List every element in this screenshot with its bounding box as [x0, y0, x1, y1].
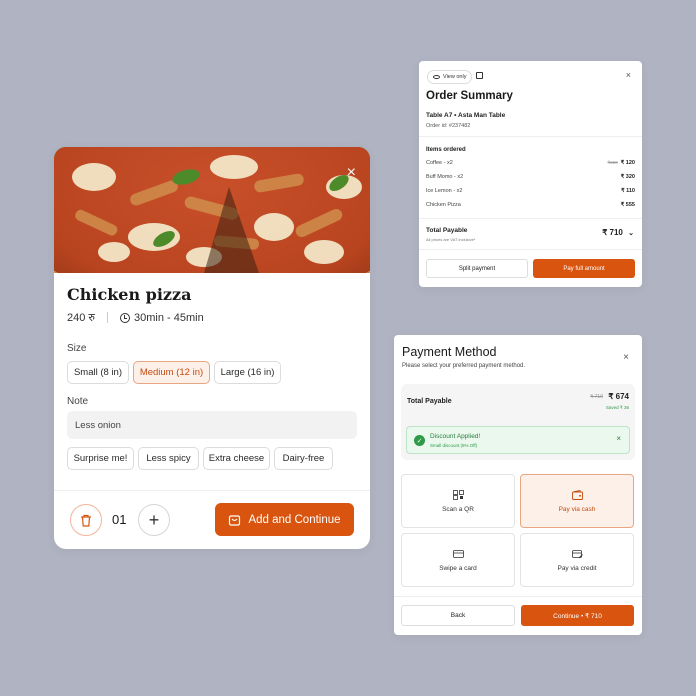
delete-button[interactable] [70, 504, 102, 536]
item-name: Coffee - x2 [426, 160, 453, 166]
split-payment-button[interactable]: Split payment [426, 259, 528, 278]
note-chip-less-spicy[interactable]: Less spicy [138, 447, 199, 470]
total-value: ₹ 710 [602, 228, 623, 237]
item-old-price: ₹200 [607, 160, 618, 165]
discount-banner: ✓ Discount Applied! Small discount (5% O… [406, 426, 630, 454]
discounted-price: ₹ 674 [608, 392, 629, 401]
payment-method-card: Payment Method Please select your prefer… [394, 335, 642, 635]
note-label: Note [67, 396, 89, 407]
item-price: ₹ 555 [620, 202, 635, 208]
option-scan-qr[interactable]: Scan a QR [401, 474, 515, 528]
order-id: Order id: #237482 [426, 123, 471, 129]
total-label: Total Payable [407, 398, 452, 405]
order-title: Order Summary [426, 90, 513, 102]
note-input[interactable]: Less onion [67, 411, 357, 439]
divider [419, 136, 642, 137]
option-label: Swipe a card [439, 564, 477, 572]
vat-note: All prices are VAT inclusive* [426, 237, 476, 242]
product-title: Chicken pizza [67, 285, 192, 304]
option-pay-credit[interactable]: Pay via credit [520, 533, 634, 587]
check-icon: ✓ [414, 435, 425, 446]
item-name: Buff Momo - x2 [426, 174, 464, 180]
order-item: Buff Momo - x2 ₹ 320 [426, 174, 635, 180]
note-chip-dairy-free[interactable]: Dairy-free [274, 447, 333, 470]
payment-title: Payment Method [402, 345, 497, 359]
eye-icon [433, 75, 440, 79]
order-item: Ice Lemon - x2 ₹ 110 [426, 188, 635, 194]
divider [54, 490, 370, 491]
dismiss-discount-icon[interactable]: × [616, 434, 621, 443]
payable-summary: Total Payable ₹ 710 ₹ 674 Saved ₹ 36 ✓ D… [401, 384, 635, 460]
item-name: Ice Lemon - x2 [426, 188, 463, 194]
product-meta: 240 रु 30min - 45min [67, 310, 204, 325]
divider [419, 249, 642, 250]
close-icon[interactable]: × [347, 165, 356, 181]
saved-amount: Saved ₹ 36 [605, 405, 629, 410]
divider [419, 218, 642, 219]
payment-subtitle: Please select your preferred payment met… [402, 363, 526, 369]
table-name: Table A7 • Asta Man Table [426, 112, 506, 119]
total-label: Total Payable [426, 227, 468, 234]
back-button[interactable]: Back [401, 605, 515, 626]
add-button-label: Add and Continue [248, 513, 341, 526]
printer-icon[interactable] [476, 72, 483, 79]
item-price: ₹ 320 [620, 174, 635, 180]
item-price: ₹ 120 [620, 160, 635, 166]
close-icon[interactable]: × [626, 70, 631, 80]
plus-icon: + [148, 509, 160, 530]
discount-subtitle: Small discount (5% Off) [430, 443, 478, 448]
note-chip-extra-cheese[interactable]: Extra cheese [203, 447, 270, 470]
note-chip-surprise[interactable]: Surprise me! [67, 447, 134, 470]
option-label: Pay via credit [557, 564, 597, 572]
old-price: ₹ 710 [590, 394, 603, 400]
order-summary-card: View only × Order Summary Table A7 • Ast… [419, 61, 642, 287]
credit-card-icon [452, 549, 464, 558]
item-name: Chicken Pizza [426, 202, 461, 208]
add-and-continue-button[interactable]: Add and Continue [215, 503, 354, 536]
item-price: ₹ 110 [621, 188, 635, 194]
close-icon[interactable]: × [623, 352, 629, 363]
option-pay-cash[interactable]: Pay via cash [520, 474, 634, 528]
continue-button[interactable]: Continue • ₹ 710 [521, 605, 634, 626]
total-expand-toggle[interactable]: ₹ 710 ⌄ [602, 228, 634, 237]
items-heading: Items ordered [426, 147, 466, 153]
size-option-small[interactable]: Small (8 in) [67, 361, 129, 384]
card-edit-icon [571, 549, 583, 558]
product-card: × Chicken pizza 240 रु 30min - 45min Siz… [54, 147, 370, 549]
size-option-large[interactable]: Large (16 in) [214, 361, 281, 384]
wallet-icon [571, 489, 583, 500]
view-only-label: View only [443, 74, 467, 80]
discount-title: Discount Applied! [430, 433, 481, 440]
option-swipe-card[interactable]: Swipe a card [401, 533, 515, 587]
view-only-badge[interactable]: View only [427, 70, 473, 84]
order-item: Chicken Pizza ₹ 555 [426, 202, 635, 208]
option-label: Scan a QR [442, 505, 474, 513]
divider [107, 312, 108, 323]
clock-icon [120, 312, 130, 323]
pay-full-amount-button[interactable]: Pay full amount [533, 259, 635, 278]
quantity-value: 01 [112, 512, 127, 527]
order-item: Coffee - x2 ₹200 ₹ 120 [426, 160, 635, 166]
size-label: Size [67, 343, 87, 354]
pizza-image: × [54, 147, 370, 273]
prep-time: 30min - 45min [134, 311, 204, 324]
divider [394, 596, 642, 597]
cart-icon [229, 515, 241, 526]
option-label: Pay via cash [558, 505, 596, 513]
increment-button[interactable]: + [138, 504, 170, 536]
chevron-down-icon: ⌄ [628, 230, 634, 237]
qr-code-icon [452, 489, 464, 500]
product-price: 240 रु [67, 312, 95, 324]
trash-icon [81, 514, 91, 527]
size-option-medium[interactable]: Medium (12 in) [133, 361, 210, 384]
